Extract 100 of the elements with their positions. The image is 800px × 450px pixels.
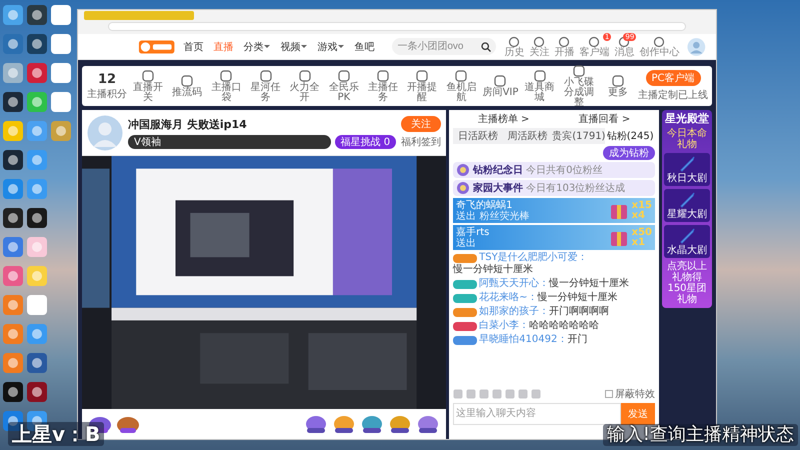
gift-action: 送出 粉丝荧光棒 [456, 210, 530, 222]
tag[interactable]: 福星挑战 0 [334, 134, 396, 148]
tool-icon [610, 74, 625, 88]
tool-icon [141, 69, 156, 83]
toolbar-item[interactable]: 更多 [598, 74, 638, 98]
toolbar-item[interactable]: 推流码 [168, 74, 206, 98]
promo-item[interactable]: 秋日大剧 [664, 153, 710, 186]
toolbar-item[interactable]: 主播口袋 [207, 69, 246, 103]
chat-username[interactable]: 花花来咯~： [479, 292, 538, 304]
stream-title: 冲国服海月 失败送ip14 [128, 116, 248, 132]
header-icon-button[interactable]: 历史 [504, 36, 524, 58]
emoji-icon[interactable] [492, 389, 502, 399]
chat-message: 哈哈哈哈哈哈哈 [529, 320, 600, 332]
chat-input[interactable]: 这里输入聊天内容 [453, 403, 621, 425]
search-field[interactable]: 一条小团团ovo [392, 38, 496, 55]
chat-username[interactable]: TSY是什么肥肥小可爱： [479, 252, 588, 264]
tool-icon [376, 69, 390, 83]
nav-link[interactable]: 分类 [243, 40, 270, 54]
chat-message: 慢一分钟短十厘米 [453, 264, 534, 276]
client-note: 主播定制已上线 [638, 88, 708, 102]
rank-tab[interactable]: 日活跃榜 [453, 128, 503, 144]
emoji-icon[interactable] [479, 389, 490, 399]
toolbar-item[interactable]: 道具商城 [520, 69, 559, 103]
avatar-icon[interactable] [687, 36, 706, 56]
gift-icon[interactable] [388, 414, 412, 434]
sword-icon [678, 227, 696, 245]
event-banner[interactable]: 家园大事件 今日有103位粉丝达成 [453, 180, 655, 196]
rank-tab[interactable]: 贵宾(1791) [552, 128, 606, 144]
medal-icon [456, 181, 470, 195]
emoji-icon[interactable] [505, 389, 516, 399]
chat-username[interactable]: 早晓睡怕410492： [479, 334, 568, 346]
tool-icon [298, 69, 312, 83]
panel-link[interactable]: 主播榜单 > [478, 112, 530, 126]
nav-link[interactable]: 视频 [280, 40, 308, 54]
circle-icon [588, 36, 600, 48]
nav-link[interactable]: 游戏 [317, 40, 344, 54]
gift-icon[interactable] [360, 414, 384, 434]
gift-count: x50 [632, 228, 652, 238]
promo-item[interactable]: 水晶大剧 [664, 225, 710, 258]
panel-link[interactable]: 直播回看 > [578, 112, 630, 126]
rank-tab[interactable]: 周活跃榜 [502, 128, 552, 144]
chat-message: 慢一分钟短十厘米 [538, 292, 618, 304]
overlay-text: 上星v：B [8, 422, 104, 446]
toolbar-item[interactable]: 直播开关 [129, 69, 168, 103]
circle-icon [508, 36, 520, 48]
gift-count: x15 [632, 200, 652, 210]
circle-icon [558, 36, 570, 48]
gift-icon[interactable] [304, 414, 328, 434]
tool-icon [493, 74, 508, 88]
sword-icon [678, 191, 696, 209]
nav-link[interactable]: 直播 [213, 40, 234, 54]
toolbar-item[interactable]: 全民乐PK [324, 69, 363, 103]
chat-message: 慢一分钟短十厘米 [549, 278, 630, 290]
event-banner[interactable]: 钻粉纪念日 今日共有0位粉丝 [453, 162, 655, 178]
toolbar-item[interactable]: 主播任务 [364, 69, 402, 103]
toolbar-item[interactable]: 火力全开 [286, 69, 324, 103]
gift-sender: 奇飞的蜗蜗1 [456, 200, 514, 210]
chat-username[interactable]: 阿甄天天开心： [479, 278, 550, 290]
checkin-link[interactable]: 福利签到 [401, 135, 442, 149]
gift-sender: 嘉手rts [456, 226, 490, 238]
gift-action: 送出 [456, 238, 478, 248]
header-icon-button[interactable]: 创作中心 [639, 36, 680, 58]
tool-icon [258, 69, 273, 83]
header-icon-button[interactable]: 开播 [554, 36, 574, 58]
combo-count: x1 [632, 238, 646, 248]
combo-count: x4 [632, 210, 646, 220]
tool-icon [336, 69, 351, 83]
chat-username[interactable]: 如那家的孩子： [479, 306, 550, 318]
tool-icon [454, 69, 468, 83]
toolbar-item[interactable]: 星河任务 [246, 69, 285, 103]
toolbar-item[interactable]: 小飞碟分成调整 [560, 64, 598, 108]
emoji-icon[interactable] [466, 389, 476, 399]
tag[interactable]: V领袖 [128, 134, 331, 148]
desktop-icon[interactable] [26, 207, 48, 229]
gift-icon[interactable] [332, 414, 356, 434]
emoji-icon[interactable] [531, 389, 542, 399]
event-text: 今日有103位粉丝达成 [526, 182, 626, 195]
toolbar-item[interactable]: 开播提醒 [403, 69, 442, 103]
address-bar[interactable] [108, 22, 686, 31]
site-logo[interactable] [138, 38, 176, 56]
gift-icon[interactable] [416, 414, 440, 434]
checkbox[interactable]: 屏蔽特效 [605, 387, 655, 401]
desktop-icon[interactable] [2, 381, 24, 403]
event-title: 家园大事件 [473, 181, 524, 195]
rank-tab[interactable]: 钻粉(245) [605, 128, 655, 144]
nav-link[interactable]: 鱼吧 [354, 40, 374, 54]
toolbar-item[interactable]: 房间VIP [481, 74, 520, 98]
promo-item[interactable]: 星耀大剧 [664, 189, 710, 222]
tool-icon [572, 64, 586, 78]
toolbar-item[interactable]: 鱼机启航 [442, 69, 480, 103]
emoji-icon[interactable] [518, 389, 528, 399]
chat-message: 开门 [567, 334, 588, 346]
desktop-icon[interactable] [2, 207, 24, 229]
tool-icon [180, 74, 194, 88]
tool-icon [415, 69, 430, 83]
chat-username[interactable]: 白菜小李： [479, 320, 530, 332]
join-button[interactable]: 成为钻粉 [603, 146, 655, 160]
emoji-icon[interactable] [453, 389, 464, 399]
nav-link[interactable]: 首页 [183, 40, 204, 54]
header-icon-button[interactable]: 关注 [529, 36, 550, 58]
